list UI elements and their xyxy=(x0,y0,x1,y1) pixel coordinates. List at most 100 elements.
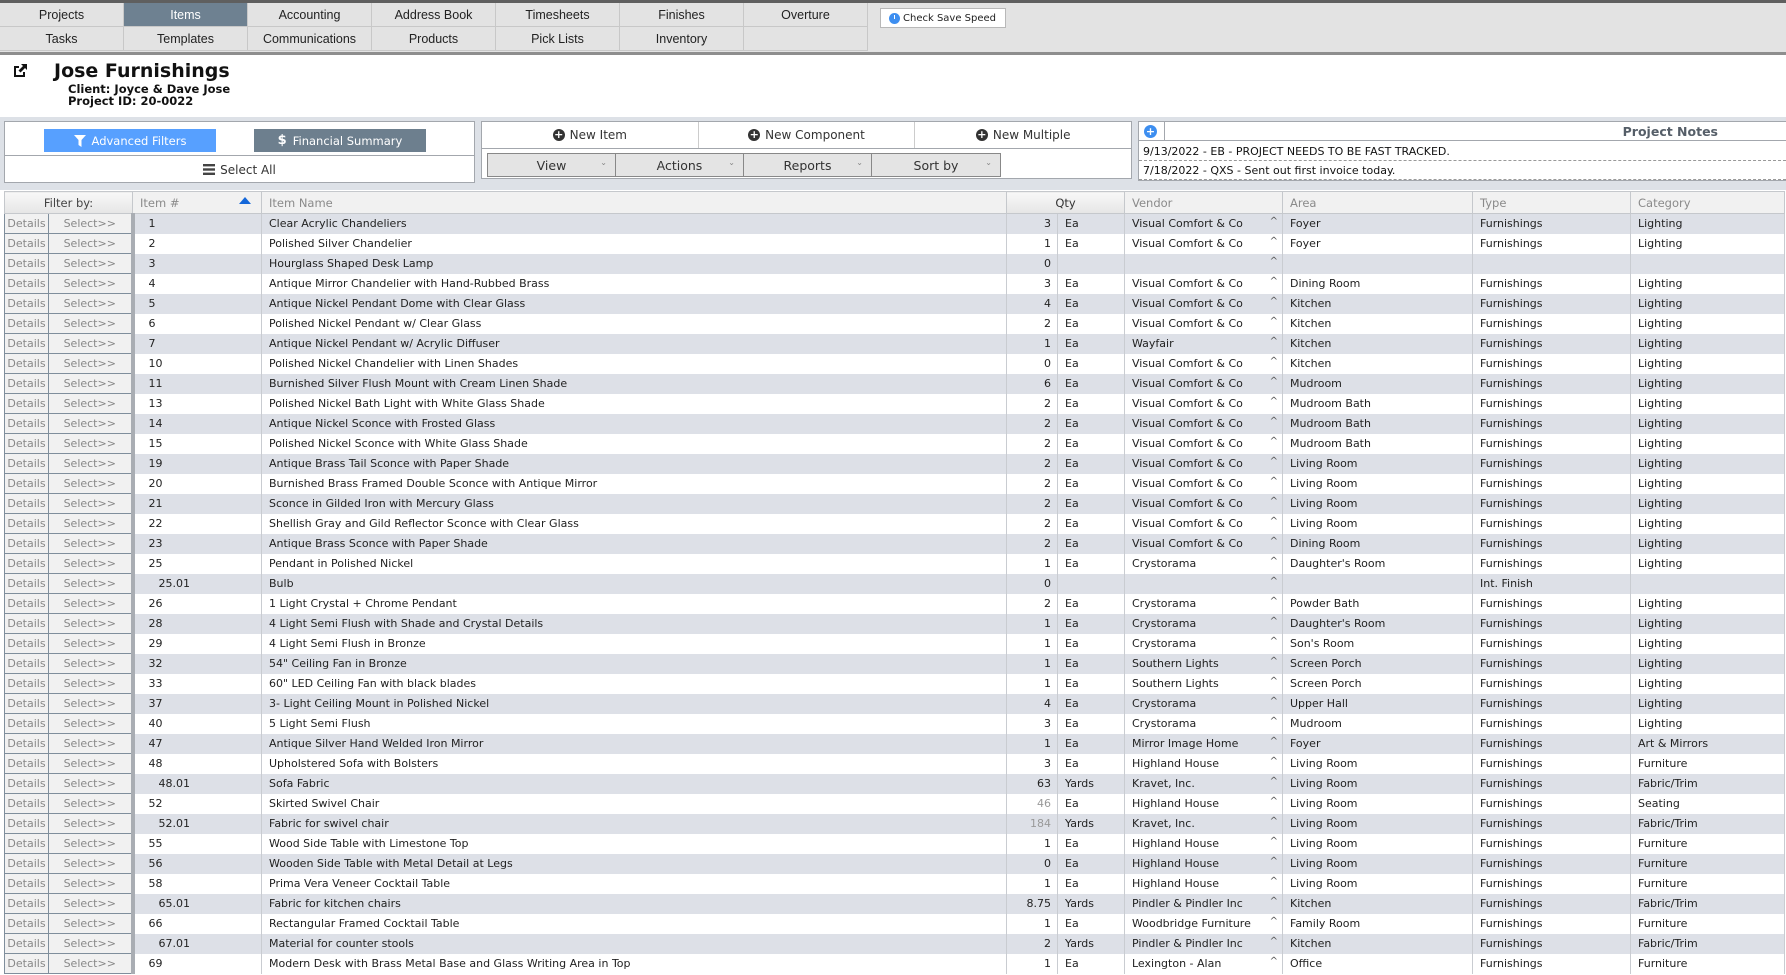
item-vendor[interactable]: Pindler & Pindler Inc ^ xyxy=(1124,893,1283,914)
table-row[interactable]: Details Select>> 56 Wooden Side Table with … xyxy=(4,853,1785,874)
caret-up-icon[interactable]: ^ xyxy=(1270,616,1278,627)
item-name-header[interactable]: Item Name xyxy=(261,191,1007,214)
caret-up-icon[interactable]: ^ xyxy=(1270,216,1278,227)
financial-summary-button[interactable]: $ Financial Summary xyxy=(254,129,426,152)
details-button[interactable]: Details xyxy=(4,753,49,774)
details-button[interactable]: Details xyxy=(4,833,49,854)
item-name[interactable]: Pendant in Polished Nickel xyxy=(261,553,1007,574)
item-name[interactable]: Antique Silver Hand Welded Iron Mirror xyxy=(261,733,1007,754)
details-button[interactable]: Details xyxy=(4,253,49,274)
area-header[interactable]: Area xyxy=(1282,191,1473,214)
select-button[interactable]: Select>> xyxy=(48,233,135,254)
new-component-button[interactable]: + New Component xyxy=(699,122,916,148)
select-button[interactable]: Select>> xyxy=(48,733,135,754)
details-button[interactable]: Details xyxy=(4,453,49,474)
details-button[interactable]: Details xyxy=(4,213,49,234)
caret-up-icon[interactable]: ^ xyxy=(1270,956,1278,967)
select-button[interactable]: Select>> xyxy=(48,673,135,694)
sort-by-dropdown[interactable]: Sort by ⌄ xyxy=(872,154,1000,176)
caret-up-icon[interactable]: ^ xyxy=(1270,636,1278,647)
table-row[interactable]: Details Select>> 2 Polished Silver Chandeli… xyxy=(4,233,1785,254)
item-vendor[interactable]: Visual Comfort & Co ^ xyxy=(1124,433,1283,454)
select-button[interactable]: Select>> xyxy=(48,893,135,914)
select-button[interactable]: Select>> xyxy=(48,533,135,554)
view-dropdown[interactable]: View ⌄ xyxy=(488,154,616,176)
item-name[interactable]: Antique Nickel Pendant Dome with Clear G… xyxy=(261,293,1007,314)
item-name[interactable]: Upholstered Sofa with Bolsters xyxy=(261,753,1007,774)
item-name[interactable]: Prima Vera Veneer Cocktail Table xyxy=(261,873,1007,894)
nav-tab-overture[interactable]: Overture xyxy=(744,3,868,27)
note-entry[interactable]: 7/18/2022 - QXS - Sent out first invoice… xyxy=(1139,161,1786,180)
check-save-speed-button[interactable]: Check Save Speed xyxy=(880,8,1006,28)
details-button[interactable]: Details xyxy=(4,633,49,654)
select-button[interactable]: Select>> xyxy=(48,553,135,574)
new-item-button[interactable]: + New Item xyxy=(482,122,699,148)
select-button[interactable]: Select>> xyxy=(48,513,135,534)
item-name[interactable]: 54" Ceiling Fan in Bronze xyxy=(261,653,1007,674)
table-row[interactable]: Details Select>> 11 Burnished Silver Flush … xyxy=(4,373,1785,394)
table-row[interactable]: Details Select>> 66 Rectangular Framed Cock… xyxy=(4,913,1785,934)
item-name[interactable]: 5 Light Semi Flush xyxy=(261,713,1007,734)
table-row[interactable]: Details Select>> 4 Antique Mirror Chandelie… xyxy=(4,273,1785,294)
item-vendor[interactable]: Visual Comfort & Co ^ xyxy=(1124,273,1283,294)
select-button[interactable]: Select>> xyxy=(48,273,135,294)
external-link-icon[interactable] xyxy=(12,62,29,79)
item-name[interactable]: Antique Mirror Chandelier with Hand-Rubb… xyxy=(261,273,1007,294)
table-row[interactable]: Details Select>> 15 Polished Nickel Sconce … xyxy=(4,433,1785,454)
select-button[interactable]: Select>> xyxy=(48,433,135,454)
select-button[interactable]: Select>> xyxy=(48,853,135,874)
item-name[interactable]: Polished Silver Chandelier xyxy=(261,233,1007,254)
item-name[interactable]: Bulb xyxy=(261,573,1007,594)
table-row[interactable]: Details Select>> 48 Upholstered Sofa with B… xyxy=(4,753,1785,774)
select-button[interactable]: Select>> xyxy=(48,333,135,354)
select-button[interactable]: Select>> xyxy=(48,773,135,794)
select-button[interactable]: Select>> xyxy=(48,353,135,374)
caret-up-icon[interactable]: ^ xyxy=(1270,796,1278,807)
nav-tab-timesheets[interactable]: Timesheets xyxy=(496,3,620,27)
select-button[interactable]: Select>> xyxy=(48,813,135,834)
nav-tab-finishes[interactable]: Finishes xyxy=(620,3,744,27)
details-button[interactable]: Details xyxy=(4,773,49,794)
item-vendor[interactable]: Crystorama ^ xyxy=(1124,593,1283,614)
table-row[interactable]: Details Select>> 28 4 Light Semi Flush with… xyxy=(4,613,1785,634)
select-button[interactable]: Select>> xyxy=(48,213,135,234)
details-button[interactable]: Details xyxy=(4,593,49,614)
caret-up-icon[interactable]: ^ xyxy=(1270,536,1278,547)
item-vendor[interactable]: Visual Comfort & Co ^ xyxy=(1124,353,1283,374)
details-button[interactable]: Details xyxy=(4,293,49,314)
table-row[interactable]: Details Select>> 7 Antique Nickel Pendant w… xyxy=(4,333,1785,354)
item-vendor[interactable]: Southern Lights ^ xyxy=(1124,673,1283,694)
select-button[interactable]: Select>> xyxy=(48,453,135,474)
qty-header[interactable]: Qty xyxy=(1006,191,1125,214)
caret-up-icon[interactable]: ^ xyxy=(1270,276,1278,287)
item-vendor[interactable]: Highland House ^ xyxy=(1124,853,1283,874)
filter-by-header[interactable]: Filter by: xyxy=(4,191,133,214)
caret-up-icon[interactable]: ^ xyxy=(1270,676,1278,687)
nav-tab-templates[interactable]: Templates xyxy=(124,27,248,51)
details-button[interactable]: Details xyxy=(4,493,49,514)
table-row[interactable]: Details Select>> 23 Antique Brass Sconce wi… xyxy=(4,533,1785,554)
item-name[interactable]: Burnished Brass Framed Double Sconce wit… xyxy=(261,473,1007,494)
item-vendor[interactable]: Visual Comfort & Co ^ xyxy=(1124,513,1283,534)
item-name[interactable]: Polished Nickel Bath Light with White Gl… xyxy=(261,393,1007,414)
nav-tab-address-book[interactable]: Address Book xyxy=(372,3,496,27)
item-vendor[interactable]: Wayfair ^ xyxy=(1124,333,1283,354)
item-name[interactable]: Skirted Swivel Chair xyxy=(261,793,1007,814)
details-button[interactable]: Details xyxy=(4,893,49,914)
caret-up-icon[interactable]: ^ xyxy=(1270,696,1278,707)
item-name[interactable]: Shellish Gray and Gild Reflector Sconce … xyxy=(261,513,1007,534)
details-button[interactable]: Details xyxy=(4,513,49,534)
item-name[interactable]: Antique Nickel Pendant w/ Acrylic Diffus… xyxy=(261,333,1007,354)
item-name[interactable]: Fabric for swivel chair xyxy=(261,813,1007,834)
item-name[interactable]: Modern Desk with Brass Metal Base and Gl… xyxy=(261,953,1007,974)
item-vendor[interactable]: Crystorama ^ xyxy=(1124,553,1283,574)
select-button[interactable]: Select>> xyxy=(48,753,135,774)
item-name[interactable]: Antique Brass Tail Sconce with Paper Sha… xyxy=(261,453,1007,474)
item-name[interactable]: 1 Light Crystal + Chrome Pendant xyxy=(261,593,1007,614)
caret-up-icon[interactable]: ^ xyxy=(1270,256,1278,267)
select-button[interactable]: Select>> xyxy=(48,313,135,334)
item-vendor[interactable]: Visual Comfort & Co ^ xyxy=(1124,373,1283,394)
caret-up-icon[interactable]: ^ xyxy=(1270,576,1278,587)
details-button[interactable]: Details xyxy=(4,573,49,594)
caret-up-icon[interactable]: ^ xyxy=(1270,816,1278,827)
